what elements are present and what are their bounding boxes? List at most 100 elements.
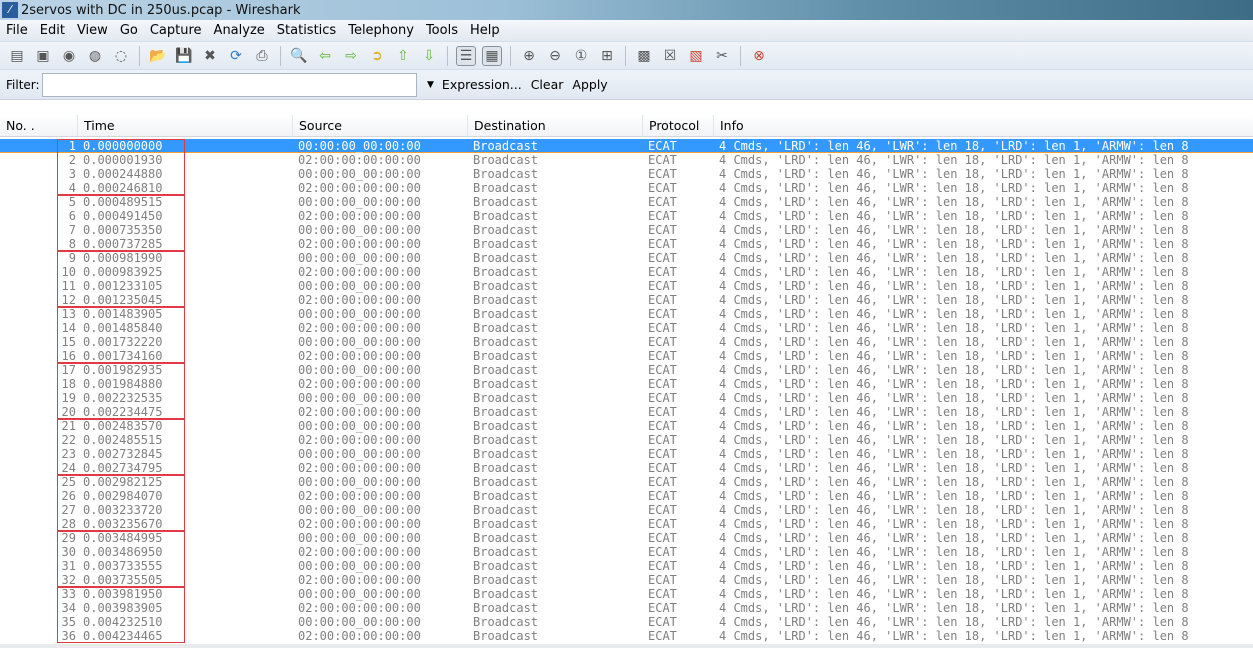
column-source[interactable]: Source [293,115,468,137]
packet-row[interactable]: 5 0.000489515 00:00:00_00:00:00 Broadcast EC… [0,195,1253,209]
packet-row[interactable]: 30 0.003486950 02:00:00:00:00:00 Broadcast E… [0,545,1253,559]
menu-file[interactable]: File [0,23,34,38]
cell-no: 18 [61,377,76,391]
zoom-out-icon[interactable]: ⊖ [545,46,565,66]
packet-row[interactable]: 17 0.001982935 00:00:00_00:00:00 Broadcast E… [0,363,1253,377]
expression-button[interactable]: Expression... [442,77,522,92]
print-icon[interactable]: ⎙ [252,46,272,66]
cell-src: 00:00:00_00:00:00 [298,363,421,377]
display-filters-icon[interactable]: ☒ [660,46,680,66]
packet-row[interactable]: 18 0.001984880 02:00:00:00:00:00 Broadcast E… [0,377,1253,391]
packet-row[interactable]: 10 0.000983925 02:00:00:00:00:00 Broadcast E… [0,265,1253,279]
reload-icon[interactable]: ⟳ [226,46,246,66]
packet-row[interactable]: 6 0.000491450 02:00:00:00:00:00 Broadcast EC… [0,209,1253,223]
help-icon[interactable]: ⊗ [749,46,769,66]
menu-telephony[interactable]: Telephony [342,23,420,38]
packet-row[interactable]: 2 0.000001930 02:00:00:00:00:00 Broadcast EC… [0,153,1253,167]
menu-capture[interactable]: Capture [144,23,208,38]
toolbar-separator [625,45,626,66]
packet-row[interactable]: 34 0.003983905 02:00:00:00:00:00 Broadcast E… [0,601,1253,615]
menu-tools[interactable]: Tools [420,23,464,38]
packet-row[interactable]: 11 0.001233105 00:00:00_00:00:00 Broadcast E… [0,279,1253,293]
cell-dst: Broadcast [473,237,539,251]
window-title: 2servos with DC in 250us.pcap - Wireshar… [21,2,301,18]
packet-row[interactable]: 21 0.002483570 00:00:00_00:00:00 Broadcast E… [0,419,1253,433]
stop-capture-icon[interactable]: ◍ [85,46,105,66]
last-packet-icon[interactable]: ⇩ [419,46,439,66]
packet-row[interactable]: 14 0.001485840 02:00:00:00:00:00 Broadcast E… [0,321,1253,335]
cell-no: 36 [61,629,76,643]
cell-src: 02:00:00:00:00:00 [298,573,421,587]
restart-capture-icon[interactable]: ◌ [111,46,131,66]
packet-row[interactable]: 4 0.000246810 02:00:00:00:00:00 Broadcast EC… [0,181,1253,195]
packet-row[interactable]: 16 0.001734160 02:00:00:00:00:00 Broadcast E… [0,349,1253,363]
clear-button[interactable]: Clear [531,77,564,92]
menu-help[interactable]: Help [464,23,506,38]
capture-filters-icon[interactable]: ▩ [634,46,654,66]
start-capture-icon[interactable]: ◉ [59,46,79,66]
preferences-icon[interactable]: ✂ [712,46,732,66]
apply-button[interactable]: Apply [572,77,607,92]
packet-row[interactable]: 7 0.000735350 00:00:00_00:00:00 Broadcast EC… [0,223,1253,237]
cell-time: 0.000981990 [83,251,163,265]
filter-input[interactable] [42,72,417,97]
column-time[interactable]: Time [78,115,293,137]
save-icon[interactable]: 💾 [174,46,194,66]
packet-row[interactable]: 35 0.004232510 00:00:00_00:00:00 Broadcast E… [0,615,1253,629]
packet-row[interactable]: 26 0.002984070 02:00:00:00:00:00 Broadcast E… [0,489,1253,503]
go-back-icon[interactable]: ⇦ [315,46,335,66]
packet-row[interactable]: 15 0.001732220 00:00:00_00:00:00 Broadcast E… [0,335,1253,349]
column-protocol[interactable]: Protocol [643,115,714,137]
normal-size-icon[interactable]: ① [571,46,591,66]
packet-row[interactable]: 19 0.002232535 00:00:00_00:00:00 Broadcast E… [0,391,1253,405]
packet-row[interactable]: 24 0.002734795 02:00:00:00:00:00 Broadcast E… [0,461,1253,475]
filter-dropdown-icon[interactable]: ▼ [427,80,434,90]
cell-time: 0.000489515 [83,195,163,209]
cell-info: 4 Cmds, 'LRD': len 46, 'LWR': len 18, 'L… [719,195,1189,209]
auto-scroll-icon[interactable]: ▦ [482,45,502,66]
horizontal-scrollbar[interactable] [0,644,1253,648]
packet-row[interactable]: 3 0.000244880 00:00:00_00:00:00 Broadcast EC… [0,167,1253,181]
packet-row[interactable]: 28 0.003235670 02:00:00:00:00:00 Broadcast E… [0,517,1253,531]
packet-row[interactable]: 22 0.002485515 02:00:00:00:00:00 Broadcast E… [0,433,1253,447]
cell-dst: Broadcast [473,587,539,601]
packet-row[interactable]: 29 0.003484995 00:00:00_00:00:00 Broadcast E… [0,531,1253,545]
capture-options-icon[interactable]: ▣ [33,46,53,66]
menu-analyze[interactable]: Analyze [208,23,271,38]
cell-time: 0.000735350 [83,223,163,237]
go-forward-icon[interactable]: ⇨ [341,46,361,66]
find-icon[interactable]: 🔍 [289,46,309,66]
cell-time: 0.002982125 [83,475,163,489]
zoom-in-icon[interactable]: ⊕ [519,46,539,66]
colorize-icon[interactable]: ☰ [456,45,476,66]
resize-columns-icon[interactable]: ⊞ [597,46,617,66]
packet-row[interactable]: 23 0.002732845 00:00:00_00:00:00 Broadcast E… [0,447,1253,461]
packet-row[interactable]: 27 0.003233720 00:00:00_00:00:00 Broadcast E… [0,503,1253,517]
packet-row[interactable]: 36 0.004234465 02:00:00:00:00:00 Broadcast E… [0,629,1253,643]
packet-row[interactable]: 31 0.003733555 00:00:00_00:00:00 Broadcast E… [0,559,1253,573]
menu-statistics[interactable]: Statistics [271,23,342,38]
column-destination[interactable]: Destination [468,115,643,137]
packet-row[interactable]: 13 0.001483905 00:00:00_00:00:00 Broadcast E… [0,307,1253,321]
close-icon[interactable]: ✖ [200,46,220,66]
go-to-packet-icon[interactable]: ➲ [367,46,387,66]
cell-no: 25 [61,475,76,489]
first-packet-icon[interactable]: ⇧ [393,46,413,66]
packet-row[interactable]: 9 0.000981990 00:00:00_00:00:00 Broadcast EC… [0,251,1253,265]
open-icon[interactable]: 📂 [148,46,168,66]
packet-row[interactable]: 1 0.000000000 00:00:00_00:00:00 Broadcast EC… [0,139,1253,153]
column-no[interactable]: No. . [0,115,78,137]
menu-edit[interactable]: Edit [34,23,71,38]
packet-row[interactable]: 25 0.002982125 00:00:00_00:00:00 Broadcast E… [0,475,1253,489]
interface-list-icon[interactable]: ▤ [7,46,27,66]
cell-info: 4 Cmds, 'LRD': len 46, 'LWR': len 18, 'L… [719,405,1189,419]
packet-row[interactable]: 8 0.000737285 02:00:00:00:00:00 Broadcast EC… [0,237,1253,251]
packet-row[interactable]: 32 0.003735505 02:00:00:00:00:00 Broadcast E… [0,573,1253,587]
column-info[interactable]: Info [714,115,1253,137]
packet-row[interactable]: 12 0.001235045 02:00:00:00:00:00 Broadcast E… [0,293,1253,307]
packet-row[interactable]: 33 0.003981950 00:00:00_00:00:00 Broadcast E… [0,587,1253,601]
menu-view[interactable]: View [71,23,114,38]
menu-go[interactable]: Go [114,23,144,38]
coloring-rules-icon[interactable]: ▧ [686,46,706,66]
packet-row[interactable]: 20 0.002234475 02:00:00:00:00:00 Broadcast E… [0,405,1253,419]
